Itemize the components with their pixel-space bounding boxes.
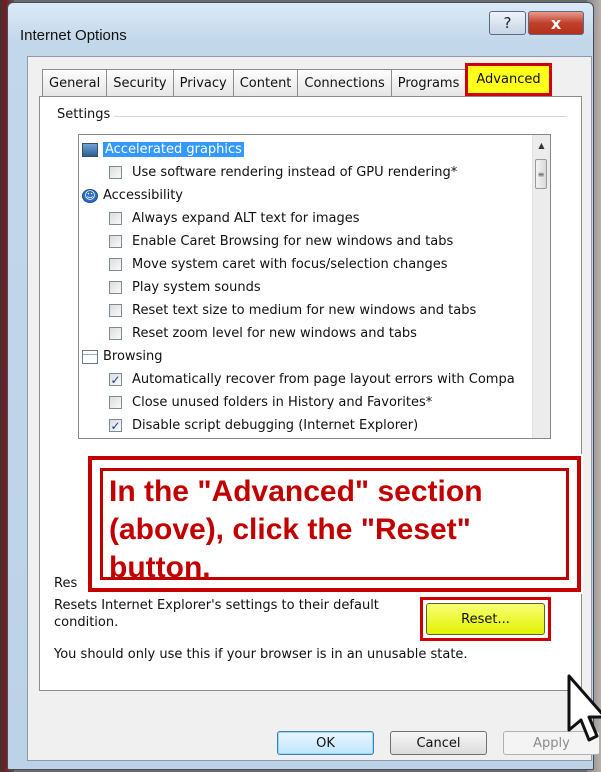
tab-connections[interactable]: Connections	[297, 69, 391, 96]
instruction-callout: In the "Advanced" section (above), click…	[86, 454, 583, 594]
setting-item[interactable]: ✓ Disable script debugging (Internet Exp…	[109, 414, 418, 437]
settings-scrollbar[interactable]: ▲ ≡	[532, 135, 550, 438]
tab-privacy[interactable]: Privacy	[172, 69, 233, 96]
setting-label: Reset zoom level for new windows and tab…	[132, 326, 417, 341]
setting-label: Automatically recover from page layout e…	[132, 372, 515, 387]
close-button[interactable]: x	[528, 11, 584, 35]
setting-item[interactable]: Reset text size to medium for new window…	[109, 299, 476, 322]
checkbox[interactable]	[109, 281, 122, 294]
tab-content[interactable]: Content	[232, 69, 298, 96]
close-icon: x	[550, 13, 562, 33]
category-accelerated-graphics[interactable]: Accelerated graphics	[82, 138, 244, 161]
category-browsing[interactable]: Browsing	[82, 345, 162, 368]
setting-item[interactable]: Close unused folders in History and Favo…	[109, 391, 432, 414]
setting-item[interactable]: Play system sounds	[109, 276, 261, 299]
mouse-pointer-icon	[567, 674, 601, 742]
reset-button[interactable]: Reset...	[426, 603, 545, 635]
accessibility-icon: ☺	[82, 188, 98, 203]
browsing-icon	[82, 349, 98, 364]
setting-label: Disable script debugging (Internet Explo…	[132, 418, 419, 433]
setting-item[interactable]: Use software rendering instead of GPU re…	[109, 161, 457, 184]
scroll-thumb[interactable]: ≡	[535, 159, 547, 189]
setting-label: Always expand ALT text for images	[132, 211, 360, 226]
help-icon: ?	[503, 14, 512, 32]
setting-label: Move system caret with focus/selection c…	[132, 257, 448, 272]
help-button[interactable]: ?	[489, 11, 526, 35]
checkbox-checked[interactable]: ✓	[109, 373, 122, 386]
setting-label: Enable Caret Browsing for new windows an…	[132, 234, 454, 249]
monitor-icon	[82, 142, 98, 157]
reset-description: Resets Internet Explorer's settings to t…	[54, 598, 379, 630]
checkbox[interactable]	[109, 258, 122, 271]
cancel-button[interactable]: Cancel	[390, 731, 487, 755]
tab-security[interactable]: Security	[106, 69, 173, 96]
settings-list[interactable]: Accelerated graphics Use software render…	[78, 134, 551, 439]
category-label: Accelerated graphics	[103, 142, 244, 157]
setting-label: Close unused folders in History and Favo…	[132, 395, 433, 410]
advanced-tab-panel: Settings Accelerated graphics Use softwa…	[39, 96, 601, 742]
window-title: Internet Options	[20, 27, 127, 44]
category-label: Accessibility	[103, 188, 183, 203]
callout-text: In the "Advanced" section (above), click…	[100, 468, 569, 584]
setting-label: Use software rendering instead of GPU re…	[132, 165, 458, 180]
setting-item[interactable]: Enable Caret Browsing for new windows an…	[109, 230, 453, 253]
checkbox[interactable]	[109, 304, 122, 317]
reset-section-heading: Res	[54, 576, 78, 591]
scroll-up-icon[interactable]: ▲	[533, 137, 550, 154]
setting-item[interactable]: Move system caret with focus/selection c…	[109, 253, 448, 276]
ok-button[interactable]: OK	[277, 731, 374, 755]
category-accessibility[interactable]: ☺ Accessibility	[82, 184, 183, 207]
internet-options-dialog: Internet Options ? x General Security Pr…	[7, 2, 601, 770]
checkbox[interactable]	[109, 327, 122, 340]
setting-item[interactable]: ✓ Automatically recover from page layout…	[109, 368, 515, 391]
setting-item[interactable]: Always expand ALT text for images	[109, 207, 360, 230]
checkbox-checked[interactable]: ✓	[109, 419, 122, 432]
setting-label: Reset text size to medium for new window…	[132, 303, 477, 318]
setting-item[interactable]: Reset zoom level for new windows and tab…	[109, 322, 417, 345]
checkbox[interactable]	[109, 166, 122, 179]
tab-programs[interactable]: Programs	[390, 69, 466, 96]
checkbox[interactable]	[109, 235, 122, 248]
dialog-client-area: General Security Privacy Content Connect…	[27, 56, 601, 761]
settings-group-divider	[60, 116, 567, 117]
tab-strip: General Security Privacy Content Connect…	[42, 63, 552, 96]
checkbox[interactable]	[109, 396, 122, 409]
settings-group-label: Settings	[57, 107, 115, 122]
checkbox[interactable]	[109, 212, 122, 225]
tab-advanced[interactable]: Advanced	[465, 63, 552, 96]
category-label: Browsing	[103, 349, 163, 364]
reset-warning: You should only use this if your browser…	[54, 647, 468, 662]
tab-general[interactable]: General	[42, 69, 107, 96]
setting-label: Play system sounds	[132, 280, 261, 295]
